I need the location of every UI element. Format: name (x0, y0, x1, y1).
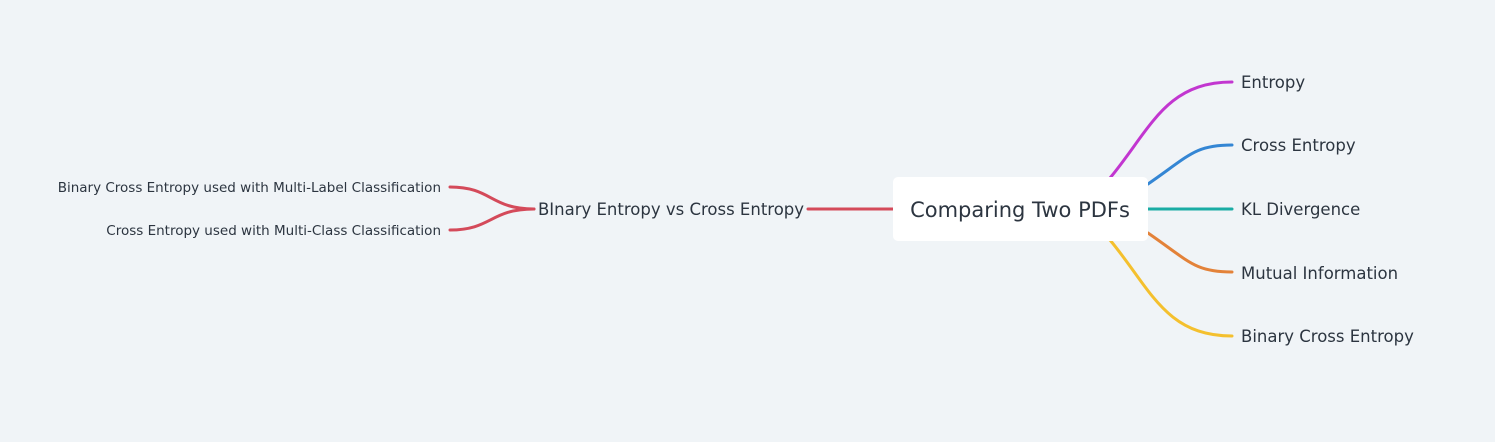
root-node-label: Comparing Two PDFs (910, 198, 1130, 222)
edge-cross-entropy (1146, 143, 1234, 186)
edge-binary-cross-entropy (1108, 238, 1234, 338)
node-kl-divergence[interactable]: KL Divergence (1241, 200, 1360, 219)
node-mutual-information[interactable]: Mutual Information (1241, 264, 1398, 283)
node-cross-entropy[interactable]: Cross Entropy (1241, 136, 1356, 155)
node-binary-cross-entropy[interactable]: Binary Cross Entropy (1241, 327, 1414, 346)
root-node[interactable]: Comparing Two PDFs (893, 177, 1148, 241)
node-entropy[interactable]: Entropy (1241, 73, 1305, 92)
node-multi-class-classification[interactable]: Cross Entropy used with Multi-Class Clas… (106, 223, 441, 239)
edge-entropy (1108, 80, 1234, 180)
mind-map-canvas: Comparing Two PDFs Entropy Cross Entropy… (58, 73, 1414, 346)
edge-multi-class (448, 207, 536, 232)
edge-multi-label (448, 185, 536, 211)
edge-mutual-information (1146, 231, 1234, 274)
node-multi-label-classification[interactable]: Binary Cross Entropy used with Multi-Lab… (58, 180, 441, 196)
node-binary-entropy-vs-cross-entropy[interactable]: BInary Entropy vs Cross Entropy (538, 200, 804, 219)
